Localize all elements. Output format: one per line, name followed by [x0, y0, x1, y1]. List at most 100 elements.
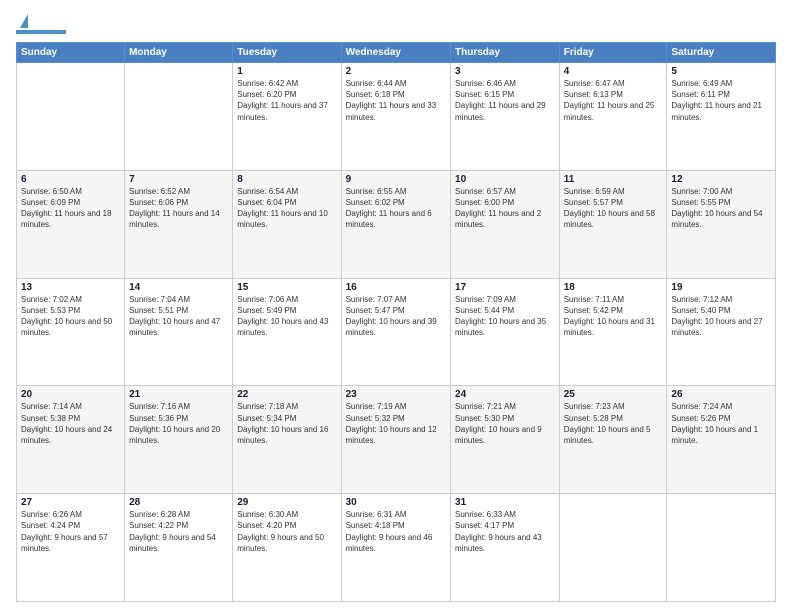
week-row-1: 1Sunrise: 6:42 AMSunset: 6:20 PMDaylight… [17, 63, 776, 171]
day-cell: 30Sunrise: 6:31 AMSunset: 4:18 PMDayligh… [341, 494, 450, 602]
weekday-header-friday: Friday [559, 43, 667, 63]
day-cell: 14Sunrise: 7:04 AMSunset: 5:51 PMDayligh… [125, 278, 233, 386]
day-cell: 31Sunrise: 6:33 AMSunset: 4:17 PMDayligh… [451, 494, 560, 602]
day-cell: 2Sunrise: 6:44 AMSunset: 6:18 PMDaylight… [341, 63, 450, 171]
day-cell: 19Sunrise: 7:12 AMSunset: 5:40 PMDayligh… [667, 278, 776, 386]
day-number: 2 [346, 66, 446, 77]
day-cell: 6Sunrise: 6:50 AMSunset: 6:09 PMDaylight… [17, 170, 125, 278]
day-cell: 26Sunrise: 7:24 AMSunset: 5:26 PMDayligh… [667, 386, 776, 494]
day-number: 12 [671, 174, 771, 185]
weekday-header-wednesday: Wednesday [341, 43, 450, 63]
day-number: 6 [21, 174, 120, 185]
day-info: Sunrise: 7:07 AMSunset: 5:47 PMDaylight:… [346, 294, 446, 339]
day-number: 16 [346, 282, 446, 293]
day-cell: 15Sunrise: 7:06 AMSunset: 5:49 PMDayligh… [233, 278, 341, 386]
day-info: Sunrise: 6:59 AMSunset: 5:57 PMDaylight:… [564, 186, 663, 231]
day-cell: 25Sunrise: 7:23 AMSunset: 5:28 PMDayligh… [559, 386, 667, 494]
day-cell: 20Sunrise: 7:14 AMSunset: 5:38 PMDayligh… [17, 386, 125, 494]
day-cell [559, 494, 667, 602]
day-info: Sunrise: 6:50 AMSunset: 6:09 PMDaylight:… [21, 186, 120, 231]
day-number: 24 [455, 389, 555, 400]
day-number: 7 [129, 174, 228, 185]
day-cell: 13Sunrise: 7:02 AMSunset: 5:53 PMDayligh… [17, 278, 125, 386]
week-row-4: 20Sunrise: 7:14 AMSunset: 5:38 PMDayligh… [17, 386, 776, 494]
day-info: Sunrise: 7:00 AMSunset: 5:55 PMDaylight:… [671, 186, 771, 231]
day-info: Sunrise: 6:26 AMSunset: 4:24 PMDaylight:… [21, 509, 120, 554]
day-number: 17 [455, 282, 555, 293]
weekday-header-thursday: Thursday [451, 43, 560, 63]
day-number: 27 [21, 497, 120, 508]
day-info: Sunrise: 7:06 AMSunset: 5:49 PMDaylight:… [237, 294, 336, 339]
week-row-2: 6Sunrise: 6:50 AMSunset: 6:09 PMDaylight… [17, 170, 776, 278]
day-cell: 27Sunrise: 6:26 AMSunset: 4:24 PMDayligh… [17, 494, 125, 602]
day-cell: 5Sunrise: 6:49 AMSunset: 6:11 PMDaylight… [667, 63, 776, 171]
day-number: 30 [346, 497, 446, 508]
day-number: 14 [129, 282, 228, 293]
day-info: Sunrise: 6:46 AMSunset: 6:15 PMDaylight:… [455, 78, 555, 123]
calendar-table: SundayMondayTuesdayWednesdayThursdayFrid… [16, 42, 776, 602]
day-number: 18 [564, 282, 663, 293]
day-info: Sunrise: 6:55 AMSunset: 6:02 PMDaylight:… [346, 186, 446, 231]
day-info: Sunrise: 7:24 AMSunset: 5:26 PMDaylight:… [671, 401, 771, 446]
day-info: Sunrise: 7:23 AMSunset: 5:28 PMDaylight:… [564, 401, 663, 446]
day-number: 25 [564, 389, 663, 400]
day-number: 9 [346, 174, 446, 185]
day-number: 31 [455, 497, 555, 508]
day-number: 13 [21, 282, 120, 293]
day-cell: 4Sunrise: 6:47 AMSunset: 6:13 PMDaylight… [559, 63, 667, 171]
day-info: Sunrise: 6:28 AMSunset: 4:22 PMDaylight:… [129, 509, 228, 554]
weekday-header-tuesday: Tuesday [233, 43, 341, 63]
day-cell: 18Sunrise: 7:11 AMSunset: 5:42 PMDayligh… [559, 278, 667, 386]
day-cell: 28Sunrise: 6:28 AMSunset: 4:22 PMDayligh… [125, 494, 233, 602]
day-cell: 29Sunrise: 6:30 AMSunset: 4:20 PMDayligh… [233, 494, 341, 602]
logo-underline [16, 30, 66, 34]
day-number: 11 [564, 174, 663, 185]
day-number: 20 [21, 389, 120, 400]
day-cell [17, 63, 125, 171]
day-cell: 24Sunrise: 7:21 AMSunset: 5:30 PMDayligh… [451, 386, 560, 494]
day-number: 8 [237, 174, 336, 185]
day-cell: 12Sunrise: 7:00 AMSunset: 5:55 PMDayligh… [667, 170, 776, 278]
day-info: Sunrise: 6:49 AMSunset: 6:11 PMDaylight:… [671, 78, 771, 123]
week-row-3: 13Sunrise: 7:02 AMSunset: 5:53 PMDayligh… [17, 278, 776, 386]
day-info: Sunrise: 6:31 AMSunset: 4:18 PMDaylight:… [346, 509, 446, 554]
day-info: Sunrise: 6:30 AMSunset: 4:20 PMDaylight:… [237, 509, 336, 554]
day-info: Sunrise: 7:04 AMSunset: 5:51 PMDaylight:… [129, 294, 228, 339]
day-info: Sunrise: 6:57 AMSunset: 6:00 PMDaylight:… [455, 186, 555, 231]
day-cell: 10Sunrise: 6:57 AMSunset: 6:00 PMDayligh… [451, 170, 560, 278]
day-cell: 7Sunrise: 6:52 AMSunset: 6:06 PMDaylight… [125, 170, 233, 278]
day-number: 3 [455, 66, 555, 77]
day-number: 28 [129, 497, 228, 508]
day-number: 4 [564, 66, 663, 77]
weekday-header-monday: Monday [125, 43, 233, 63]
day-number: 26 [671, 389, 771, 400]
day-cell: 9Sunrise: 6:55 AMSunset: 6:02 PMDaylight… [341, 170, 450, 278]
day-cell [125, 63, 233, 171]
day-cell: 1Sunrise: 6:42 AMSunset: 6:20 PMDaylight… [233, 63, 341, 171]
weekday-header-row: SundayMondayTuesdayWednesdayThursdayFrid… [17, 43, 776, 63]
header [16, 14, 776, 34]
day-info: Sunrise: 7:12 AMSunset: 5:40 PMDaylight:… [671, 294, 771, 339]
day-cell: 8Sunrise: 6:54 AMSunset: 6:04 PMDaylight… [233, 170, 341, 278]
day-cell: 22Sunrise: 7:18 AMSunset: 5:34 PMDayligh… [233, 386, 341, 494]
day-number: 15 [237, 282, 336, 293]
day-number: 10 [455, 174, 555, 185]
day-info: Sunrise: 6:47 AMSunset: 6:13 PMDaylight:… [564, 78, 663, 123]
day-info: Sunrise: 7:02 AMSunset: 5:53 PMDaylight:… [21, 294, 120, 339]
day-info: Sunrise: 7:19 AMSunset: 5:32 PMDaylight:… [346, 401, 446, 446]
day-info: Sunrise: 7:14 AMSunset: 5:38 PMDaylight:… [21, 401, 120, 446]
day-info: Sunrise: 6:42 AMSunset: 6:20 PMDaylight:… [237, 78, 336, 123]
day-number: 5 [671, 66, 771, 77]
day-info: Sunrise: 7:09 AMSunset: 5:44 PMDaylight:… [455, 294, 555, 339]
day-cell: 3Sunrise: 6:46 AMSunset: 6:15 PMDaylight… [451, 63, 560, 171]
day-cell [667, 494, 776, 602]
weekday-header-sunday: Sunday [17, 43, 125, 63]
day-info: Sunrise: 6:52 AMSunset: 6:06 PMDaylight:… [129, 186, 228, 231]
logo [16, 14, 66, 34]
weekday-header-saturday: Saturday [667, 43, 776, 63]
day-info: Sunrise: 7:16 AMSunset: 5:36 PMDaylight:… [129, 401, 228, 446]
day-info: Sunrise: 6:33 AMSunset: 4:17 PMDaylight:… [455, 509, 555, 554]
day-cell: 17Sunrise: 7:09 AMSunset: 5:44 PMDayligh… [451, 278, 560, 386]
day-info: Sunrise: 7:21 AMSunset: 5:30 PMDaylight:… [455, 401, 555, 446]
page: SundayMondayTuesdayWednesdayThursdayFrid… [0, 0, 792, 612]
